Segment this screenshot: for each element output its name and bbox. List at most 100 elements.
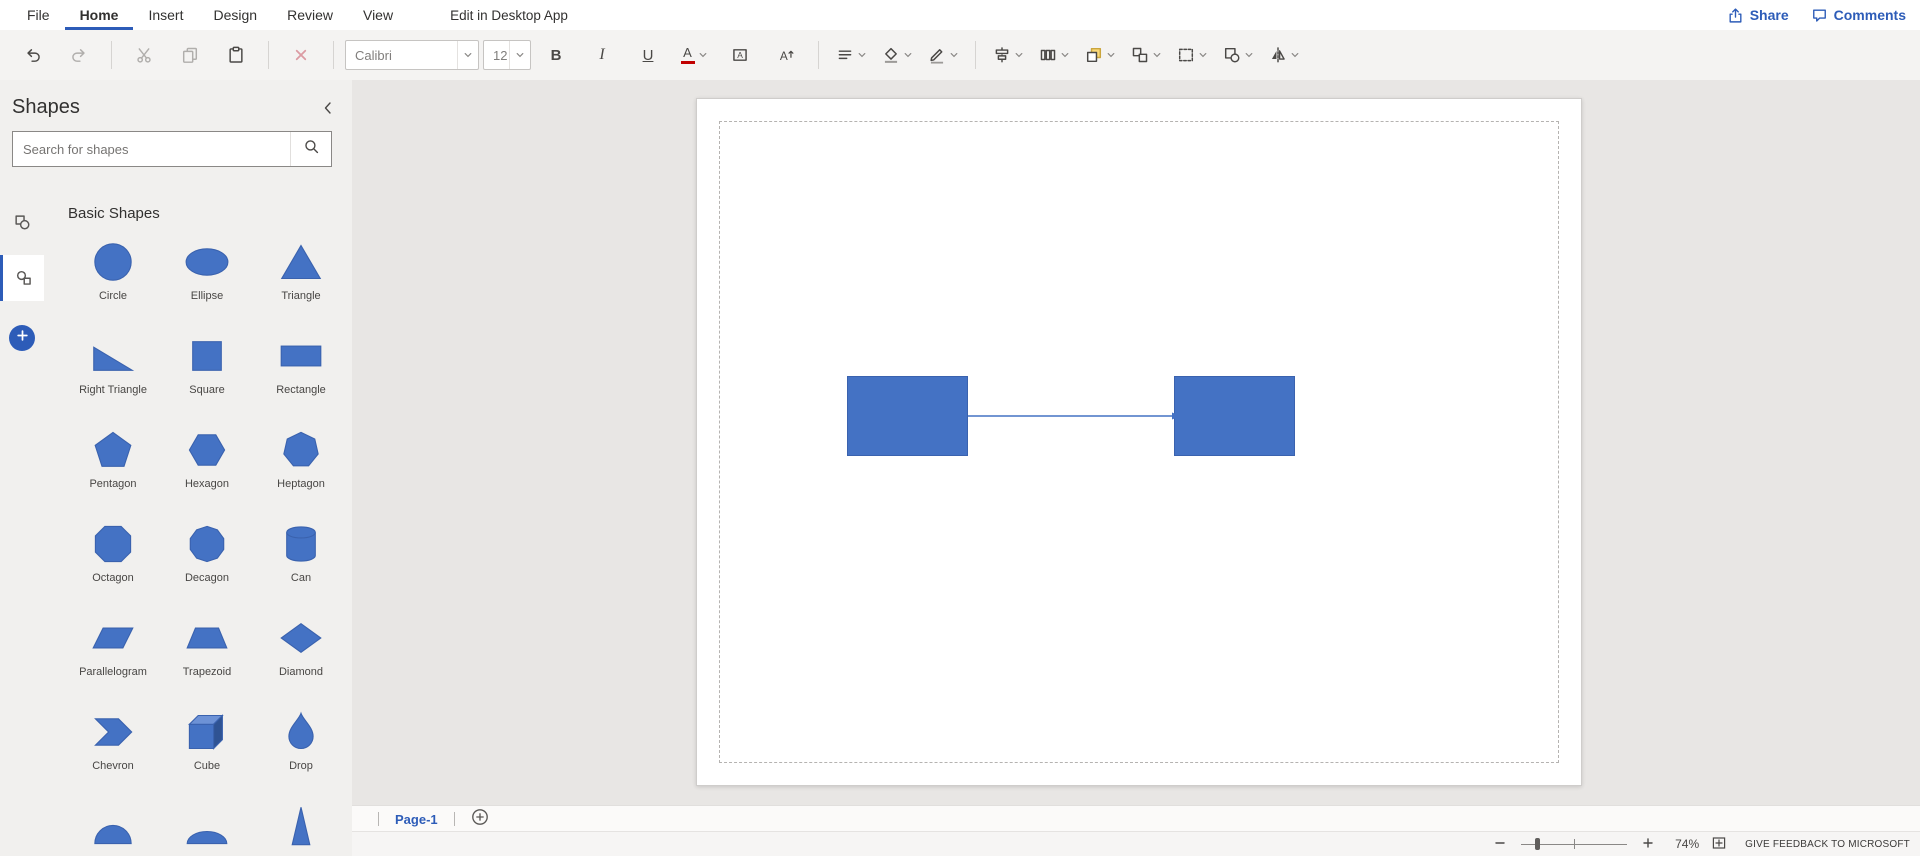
- menu-tab-review[interactable]: Review: [272, 0, 348, 30]
- canvas-area[interactable]: [352, 80, 1920, 806]
- stencil-tab-stencils[interactable]: [0, 199, 44, 245]
- menu-tab-file[interactable]: File: [12, 0, 65, 30]
- ribbon-distribute-button[interactable]: [1033, 38, 1075, 72]
- undo-icon: [24, 46, 42, 64]
- shape-triangle[interactable]: Triangle: [254, 236, 348, 330]
- shape-label: Decagon: [184, 572, 230, 584]
- ribbon-font-color-button[interactable]: A: [673, 38, 715, 72]
- shape-right-triangle[interactable]: Right Triangle: [66, 330, 160, 424]
- shape-octagon[interactable]: Octagon: [66, 518, 160, 612]
- canvas-shape-1[interactable]: [847, 376, 968, 456]
- ribbon-bold-glyph: B: [550, 46, 562, 64]
- collapse-panel-button[interactable]: [320, 100, 336, 116]
- add-page-button[interactable]: [471, 808, 489, 831]
- shape-cube[interactable]: Cube: [160, 706, 254, 800]
- shape-can[interactable]: Can: [254, 518, 348, 612]
- shape-label: Chevron: [92, 760, 134, 772]
- ribbon-cut-button[interactable]: [123, 38, 165, 72]
- page-margin-guide: [719, 121, 1559, 763]
- shape-hexagon[interactable]: Hexagon: [160, 424, 254, 518]
- ribbon-redo-button[interactable]: [58, 38, 100, 72]
- ribbon-font-size-select[interactable]: 12: [483, 40, 531, 70]
- shape-cone[interactable]: [254, 800, 348, 856]
- chevron-down-icon[interactable]: [457, 41, 478, 69]
- shape-decagon[interactable]: Decagon: [160, 518, 254, 612]
- page-tab-page-1[interactable]: Page-1: [395, 812, 438, 827]
- merge-icon: [1223, 46, 1241, 64]
- chevron-shape-icon: [91, 706, 135, 758]
- ribbon-underline-button[interactable]: U: [627, 38, 669, 72]
- ribbon-container-button[interactable]: [1171, 38, 1213, 72]
- add-stencil-button[interactable]: [9, 325, 35, 351]
- shape-label: Right Triangle: [79, 384, 147, 396]
- ribbon-text-align-button[interactable]: [830, 38, 872, 72]
- ribbon-group-button[interactable]: [1125, 38, 1167, 72]
- menu-tab-insert[interactable]: Insert: [133, 0, 198, 30]
- ribbon-font-family-select[interactable]: Calibri: [345, 40, 479, 70]
- ribbon-undo-button[interactable]: [12, 38, 54, 72]
- shape-drop[interactable]: Drop: [254, 706, 348, 800]
- fit-to-window-button[interactable]: [1711, 835, 1727, 854]
- ribbon-bring-forward-button[interactable]: [1079, 38, 1121, 72]
- menu-tab-view[interactable]: View: [348, 0, 408, 30]
- shape-diamond[interactable]: Diamond: [254, 612, 348, 706]
- redo-icon: [70, 46, 88, 64]
- zoom-level[interactable]: 74%: [1669, 837, 1699, 851]
- shape-square[interactable]: Square: [160, 330, 254, 424]
- shape-rectangle[interactable]: Rectangle: [254, 330, 348, 424]
- give-feedback-link[interactable]: GIVE FEEDBACK TO MICROSOFT: [1745, 839, 1910, 850]
- search-button[interactable]: [290, 132, 331, 166]
- ribbon-delete-button[interactable]: [280, 38, 322, 72]
- zoom-in-button[interactable]: [1639, 835, 1657, 853]
- edit-in-desktop-app-button[interactable]: Edit in Desktop App: [450, 0, 568, 30]
- canvas-connector[interactable]: [968, 408, 1182, 424]
- shape-parallelogram[interactable]: Parallelogram: [66, 612, 160, 706]
- share-button[interactable]: Share: [1727, 7, 1789, 24]
- menu-tab-home[interactable]: Home: [65, 0, 134, 30]
- shape-label: Parallelogram: [79, 666, 147, 678]
- zoom-slider[interactable]: [1521, 837, 1628, 851]
- ribbon-fill-color-button[interactable]: [876, 38, 918, 72]
- ribbon-italic-button[interactable]: I: [581, 38, 623, 72]
- zoom-slider-thumb[interactable]: [1534, 838, 1540, 850]
- canvas-shape-2[interactable]: [1174, 376, 1295, 456]
- page-tab-bar: Page-1: [352, 805, 1920, 832]
- ribbon-flip-button[interactable]: [1263, 38, 1305, 72]
- shape-chevron[interactable]: Chevron: [66, 706, 160, 800]
- shape-ellipse[interactable]: Ellipse: [160, 236, 254, 330]
- heptagon-shape-icon: [279, 424, 323, 476]
- comments-icon: [1811, 7, 1828, 24]
- shape-circle[interactable]: Circle: [66, 236, 160, 330]
- ribbon-line-color-button[interactable]: [922, 38, 964, 72]
- grow-font-icon: A: [777, 46, 795, 64]
- ribbon-grow-font-button[interactable]: A: [765, 38, 807, 72]
- ribbon-shape-operations-button[interactable]: [1217, 38, 1259, 72]
- comments-button[interactable]: Comments: [1811, 7, 1906, 24]
- shape-search-input[interactable]: [13, 132, 290, 166]
- chevron-down-icon[interactable]: [509, 41, 530, 69]
- shape-half-ellipse[interactable]: [160, 800, 254, 856]
- shape-dome[interactable]: [66, 800, 160, 856]
- cube-shape-icon: [185, 706, 229, 758]
- ribbon-align-objects-button[interactable]: [987, 38, 1029, 72]
- ribbon-bold-button[interactable]: B: [535, 38, 577, 72]
- ribbon-font-family-value: Calibri: [355, 47, 392, 63]
- ribbon-copy-button[interactable]: [169, 38, 211, 72]
- ribbon-text-box-button[interactable]: A: [719, 38, 761, 72]
- shape-trapezoid[interactable]: Trapezoid: [160, 612, 254, 706]
- menu-tab-design[interactable]: Design: [198, 0, 272, 30]
- shape-heptagon[interactable]: Heptagon: [254, 424, 348, 518]
- shape-pentagon[interactable]: Pentagon: [66, 424, 160, 518]
- drawing-page[interactable]: [696, 98, 1582, 786]
- shape-search-box: [12, 131, 332, 167]
- shape-label: Can: [290, 572, 312, 584]
- align-text-icon: [836, 46, 854, 64]
- stencil-tab-more-shapes[interactable]: [0, 255, 44, 301]
- ribbon-paste-button[interactable]: [215, 38, 257, 72]
- shape-label: Ellipse: [190, 290, 224, 302]
- chevron-down-icon: [1106, 50, 1116, 60]
- zoom-out-button[interactable]: [1491, 835, 1509, 853]
- flip-icon: [1269, 46, 1287, 64]
- comments-label: Comments: [1833, 7, 1906, 23]
- search-icon: [303, 138, 320, 160]
